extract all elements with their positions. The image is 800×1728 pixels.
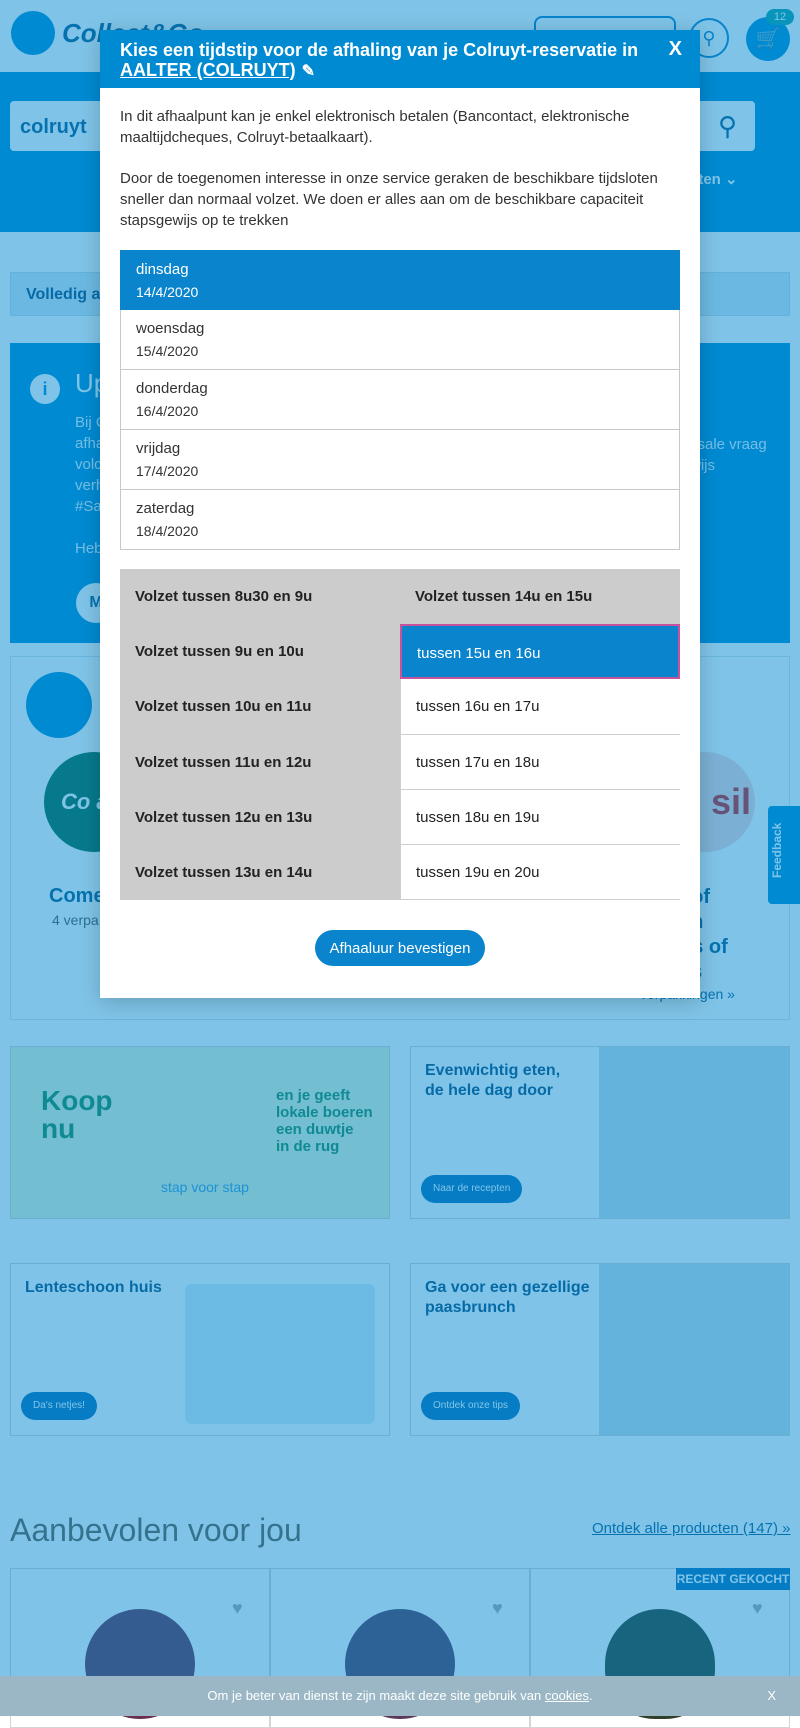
confirm-pickup-button[interactable]: Afhaaluur bevestigen	[315, 930, 485, 966]
dialog-header: Kies een tijdstip voor de afhaling van j…	[100, 30, 700, 88]
timeslot-full: Volzet tussen 8u30 en 9u	[120, 569, 400, 625]
timeslot-full: Volzet tussen 9u en 10u	[120, 624, 400, 680]
capacity-notice: Door de toegenomen interesse in onze ser…	[120, 170, 658, 229]
timeslot-option[interactable]: tussen 15u en 16u	[400, 624, 680, 680]
timeslot-full: Volzet tussen 12u en 13u	[120, 789, 400, 845]
timeslot-full: Volzet tussen 14u en 15u	[400, 569, 680, 625]
day-option[interactable]: woensdag 15/4/2020	[120, 310, 680, 370]
day-list: dinsdag 14/4/2020 woensdag 15/4/2020 donderd…	[120, 250, 680, 550]
day-name: donderdag	[136, 380, 208, 397]
pickup-time-dialog: Kies een tijdstip voor de afhaling van j…	[100, 30, 700, 998]
dialog-title: Kies een tijdstip voor de afhaling van j…	[120, 40, 640, 82]
cookie-link[interactable]: cookies	[545, 1688, 589, 1703]
timeslot-option[interactable]: tussen 19u en 20u	[400, 845, 680, 901]
timeslot-option[interactable]: tussen 17u en 18u	[400, 734, 680, 790]
day-name: vrijdag	[136, 440, 181, 457]
day-option[interactable]: donderdag 16/4/2020	[120, 370, 680, 430]
payment-notice: In dit afhaalpunt kan je enkel elektroni…	[120, 108, 630, 146]
pencil-icon[interactable]: ✎	[302, 62, 315, 82]
store-change-link[interactable]: AALTER (COLRUYT)	[120, 60, 296, 80]
day-name: zaterdag	[136, 500, 195, 517]
timeslot-full: Volzet tussen 10u en 11u	[120, 679, 400, 735]
day-option[interactable]: zaterdag 18/4/2020	[120, 490, 680, 550]
day-name: dinsdag	[136, 261, 189, 278]
day-date: 15/4/2020	[136, 343, 199, 359]
day-name: woensdag	[136, 320, 205, 337]
timeslot-option[interactable]: tussen 18u en 19u	[400, 789, 680, 845]
day-date: 14/4/2020	[136, 284, 199, 300]
day-date: 18/4/2020	[136, 523, 199, 539]
timeslot-full: Volzet tussen 13u en 14u	[120, 845, 400, 901]
day-option[interactable]: vrijdag 17/4/2020	[120, 430, 680, 490]
day-date: 17/4/2020	[136, 463, 199, 479]
cookie-suffix: .	[588, 1688, 593, 1703]
dialog-title-text: Kies een tijdstip voor de afhaling van j…	[120, 40, 639, 60]
timeslot-option[interactable]: tussen 16u en 17u	[400, 679, 680, 735]
timeslot-full: Volzet tussen 11u en 12u	[120, 734, 400, 790]
cookie-bar: Om je beter van dienst te zijn maakt dez…	[0, 1676, 800, 1716]
cookie-text: Om je beter van dienst te zijn maakt dez…	[207, 1688, 542, 1703]
day-date: 16/4/2020	[136, 403, 199, 419]
close-button[interactable]: X	[669, 38, 682, 61]
day-option[interactable]: dinsdag 14/4/2020	[120, 250, 680, 310]
timeslot-grid: Volzet tussen 8u30 en 9u Volzet tussen 9u…	[120, 569, 680, 901]
cookie-close-button[interactable]: X	[767, 1676, 776, 1716]
